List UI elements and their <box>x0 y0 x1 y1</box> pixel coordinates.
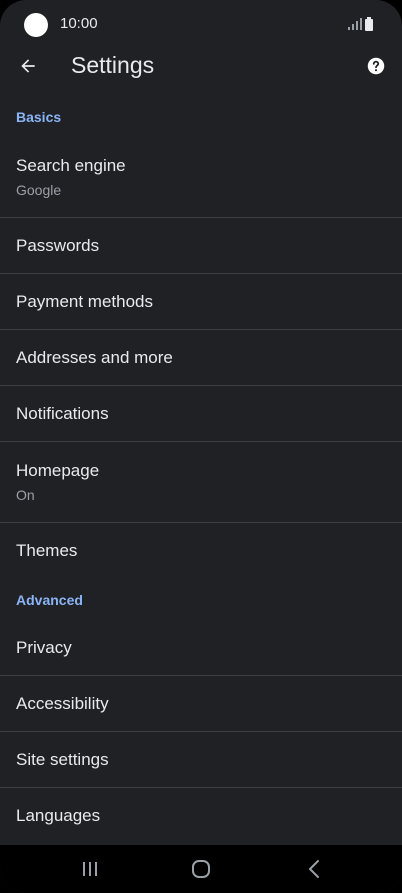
nav-back-button[interactable] <box>284 849 344 889</box>
setting-title: Themes <box>16 541 78 560</box>
recents-button[interactable] <box>60 849 120 889</box>
setting-title: Search engine <box>16 156 126 175</box>
nav-back-icon <box>309 860 319 878</box>
section-header-advanced: Advanced <box>16 591 83 608</box>
battery-icon <box>365 17 373 31</box>
back-button[interactable] <box>8 46 48 86</box>
setting-title: Accessibility <box>16 693 109 713</box>
setting-notifications[interactable]: Notifications <box>0 386 402 442</box>
phone-screen: 10:00 Settings Basics Search engine Goog… <box>0 0 402 893</box>
setting-title: Payment methods <box>16 291 154 311</box>
app-bar: Settings <box>0 44 402 88</box>
setting-subtitle: On <box>16 487 35 503</box>
help-icon <box>367 57 385 75</box>
setting-site-settings[interactable]: Site settings <box>0 732 402 788</box>
arrow-back-icon <box>21 59 35 73</box>
setting-search-engine[interactable]: Search engine Google <box>0 137 402 218</box>
page-title: Settings <box>71 52 155 78</box>
settings-list: Basics Search engine Google Passwords Pa… <box>0 96 402 844</box>
setting-themes[interactable]: Themes <box>0 523 402 579</box>
recents-icon <box>83 862 97 876</box>
setting-title: Addresses and more <box>16 347 173 367</box>
setting-homepage[interactable]: Homepage On <box>0 442 402 523</box>
setting-title: Passwords <box>16 235 100 255</box>
setting-title: Notifications <box>16 403 109 423</box>
setting-payment-methods[interactable]: Payment methods <box>0 274 402 330</box>
setting-subtitle: Google <box>16 182 62 198</box>
system-icons <box>346 17 382 31</box>
setting-addresses[interactable]: Addresses and more <box>0 330 402 386</box>
camera-cutout <box>24 13 48 37</box>
system-nav-bar <box>0 845 402 893</box>
setting-title: Site settings <box>16 749 109 769</box>
setting-title: Languages <box>16 806 101 825</box>
signal-icon <box>348 18 362 30</box>
setting-privacy[interactable]: Privacy <box>0 620 402 676</box>
help-button[interactable] <box>358 48 394 84</box>
status-bar: 10:00 <box>0 0 402 48</box>
home-icon <box>192 860 210 878</box>
home-button[interactable] <box>171 849 231 889</box>
setting-passwords[interactable]: Passwords <box>0 218 402 274</box>
section-header-basics: Basics <box>16 108 62 125</box>
setting-title: Homepage <box>16 461 100 480</box>
setting-languages[interactable]: Languages <box>0 788 402 844</box>
setting-accessibility[interactable]: Accessibility <box>0 676 402 732</box>
status-time: 10:00 <box>60 15 98 32</box>
setting-title: Privacy <box>16 637 72 657</box>
